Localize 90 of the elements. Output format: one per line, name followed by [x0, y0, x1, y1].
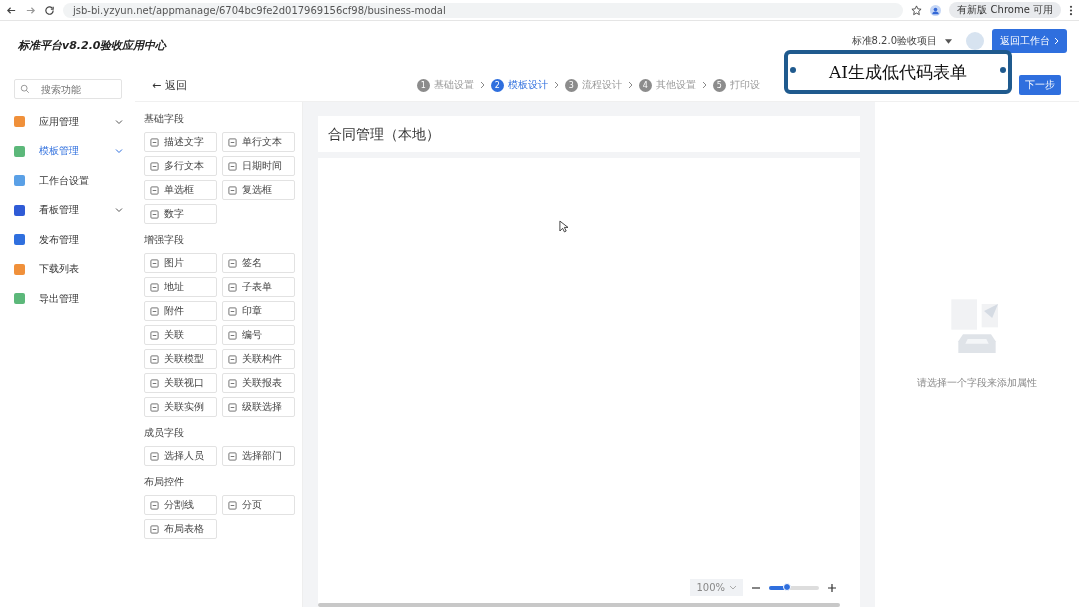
- field-type-icon: [150, 330, 159, 340]
- field-type-item[interactable]: 关联模型: [144, 349, 217, 369]
- app-title: 标准平台v8.2.0验收应用中心: [18, 37, 167, 53]
- group-title: 基础字段: [144, 112, 185, 126]
- sidebar-item[interactable]: 导出管理: [14, 284, 135, 314]
- reload-icon[interactable]: [44, 4, 55, 16]
- sidebar-item[interactable]: 工作台设置: [14, 166, 135, 196]
- caret-icon[interactable]: [945, 38, 952, 44]
- back-to-workbench-button[interactable]: 返回工作台: [992, 29, 1067, 53]
- field-type-icon: [228, 451, 237, 461]
- field-type-item[interactable]: 选择人员: [144, 446, 217, 466]
- field-type-icon: [150, 451, 159, 461]
- field-type-item[interactable]: 编号: [222, 325, 295, 345]
- field-type-icon: [228, 137, 237, 147]
- field-type-item[interactable]: 多行文本: [144, 156, 217, 176]
- back-link[interactable]: ← 返回: [152, 77, 187, 93]
- field-type-icon: [150, 161, 159, 171]
- field-type-item[interactable]: 关联报表: [222, 373, 295, 393]
- field-type-item[interactable]: 关联构件: [222, 349, 295, 369]
- update-button[interactable]: 有新版 Chrome 可用: [949, 2, 1061, 18]
- field-type-item[interactable]: 描述文字: [144, 132, 217, 152]
- field-type-icon: [228, 306, 237, 316]
- field-type-item[interactable]: 数字: [144, 204, 217, 224]
- field-type-item[interactable]: 单行文本: [222, 132, 295, 152]
- group-title: 布局控件: [144, 475, 185, 489]
- field-type-item[interactable]: 附件: [144, 301, 217, 321]
- field-type-item[interactable]: 印章: [222, 301, 295, 321]
- group-title: 成员字段: [144, 426, 185, 440]
- sidebar-item[interactable]: 应用管理: [14, 107, 135, 137]
- field-type-item[interactable]: 分割线: [144, 495, 217, 515]
- field-type-icon: [150, 378, 159, 388]
- field-type-icon: [150, 185, 159, 195]
- field-type-item[interactable]: 地址: [144, 277, 217, 297]
- caret-icon: [729, 585, 737, 590]
- chevron-icon: [701, 81, 707, 89]
- field-type-icon: [228, 354, 237, 364]
- field-type-item[interactable]: 单选框: [144, 180, 217, 200]
- field-type-item[interactable]: 级联选择: [222, 397, 295, 417]
- field-type-icon: [228, 282, 237, 292]
- project-selector[interactable]: 标准8.2.0验收项目: [851, 34, 937, 48]
- field-type-item[interactable]: 关联: [144, 325, 217, 345]
- field-type-icon: [228, 330, 237, 340]
- field-type-icon: [150, 209, 159, 219]
- field-type-icon: [228, 185, 237, 195]
- chevron-icon: [553, 81, 559, 89]
- field-type-item[interactable]: 布局表格: [144, 519, 217, 539]
- sidebar-item[interactable]: 看板管理: [14, 195, 135, 225]
- profile-icon[interactable]: [930, 4, 942, 16]
- address-bar[interactable]: jsb-bi.yzyun.net/appmanage/6704bc9fe2d017969156cf98/business-modal: [63, 2, 904, 18]
- field-type-icon: [228, 378, 237, 388]
- next-button[interactable]: 下一步: [1019, 75, 1061, 95]
- field-type-icon: [150, 282, 159, 292]
- field-type-item[interactable]: 选择部门: [222, 446, 295, 466]
- zoom-in-icon[interactable]: [827, 582, 837, 593]
- chevron-icon: [627, 81, 633, 89]
- chevron-icon: [1054, 37, 1059, 45]
- field-type-item[interactable]: 复选框: [222, 180, 295, 200]
- field-type-item[interactable]: 签名: [222, 253, 295, 273]
- field-type-icon: [150, 306, 159, 316]
- field-type-icon: [150, 258, 159, 268]
- field-type-icon: [150, 402, 159, 412]
- sidebar-item[interactable]: 发布管理: [14, 225, 135, 255]
- more-icon[interactable]: [1069, 4, 1073, 16]
- sidebar-item[interactable]: 下载列表: [14, 254, 135, 284]
- field-type-icon: [150, 524, 159, 534]
- field-type-icon: [228, 161, 237, 171]
- field-type-icon: [150, 500, 159, 510]
- search-field[interactable]: 搜索功能: [14, 79, 122, 99]
- field-type-icon: [228, 402, 237, 412]
- star-icon[interactable]: [911, 4, 923, 16]
- form-title: 合同管理（本地）: [318, 116, 860, 152]
- field-type-item[interactable]: 图片: [144, 253, 217, 273]
- scrollbar[interactable]: [318, 603, 840, 607]
- field-type-item[interactable]: 子表单: [222, 277, 295, 297]
- field-type-item[interactable]: 日期时间: [222, 156, 295, 176]
- field-type-icon: [150, 137, 159, 147]
- field-type-icon: [150, 354, 159, 364]
- field-type-item[interactable]: 关联实例: [144, 397, 217, 417]
- zoom-slider[interactable]: [769, 585, 819, 590]
- field-type-item[interactable]: 分页: [222, 495, 295, 515]
- step[interactable]: 2 模板设计: [490, 78, 548, 92]
- sidebar-item[interactable]: 模板管理: [14, 136, 135, 166]
- field-type-icon: [228, 500, 237, 510]
- cursor-icon: [559, 220, 568, 233]
- field-type-icon: [228, 258, 237, 268]
- chevron-icon: [479, 81, 485, 89]
- group-title: 增强字段: [144, 233, 185, 247]
- field-type-item[interactable]: 关联视口: [144, 373, 217, 393]
- empty-message: 请选择一个字段来添加属性: [917, 376, 1037, 390]
- caption-banner: AI生成低代码表单: [784, 50, 1012, 94]
